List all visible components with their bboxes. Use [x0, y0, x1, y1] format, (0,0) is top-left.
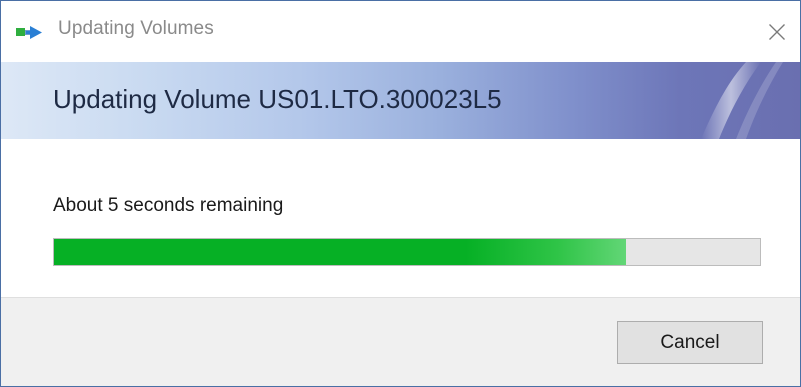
operation-heading: Updating Volume US01.LTO.300023L5: [53, 84, 502, 114]
cancel-button[interactable]: Cancel: [617, 321, 763, 364]
close-button[interactable]: [754, 1, 800, 62]
button-footer: Cancel: [1, 297, 800, 386]
window-title: Updating Volumes: [58, 18, 214, 39]
close-icon: [769, 23, 785, 40]
volume-update-icon: [16, 24, 46, 42]
time-remaining-text: About 5 seconds remaining: [53, 195, 284, 216]
progress-section: About 5 seconds remaining: [1, 139, 800, 297]
progress-bar: [53, 238, 761, 266]
header-banner: Updating Volume US01.LTO.300023L5: [1, 62, 800, 139]
updating-volumes-dialog: Updating Volumes Updating Volume US01.LT…: [0, 0, 801, 387]
title-bar[interactable]: Updating Volumes: [1, 1, 800, 62]
progress-bar-fill: [54, 239, 626, 265]
